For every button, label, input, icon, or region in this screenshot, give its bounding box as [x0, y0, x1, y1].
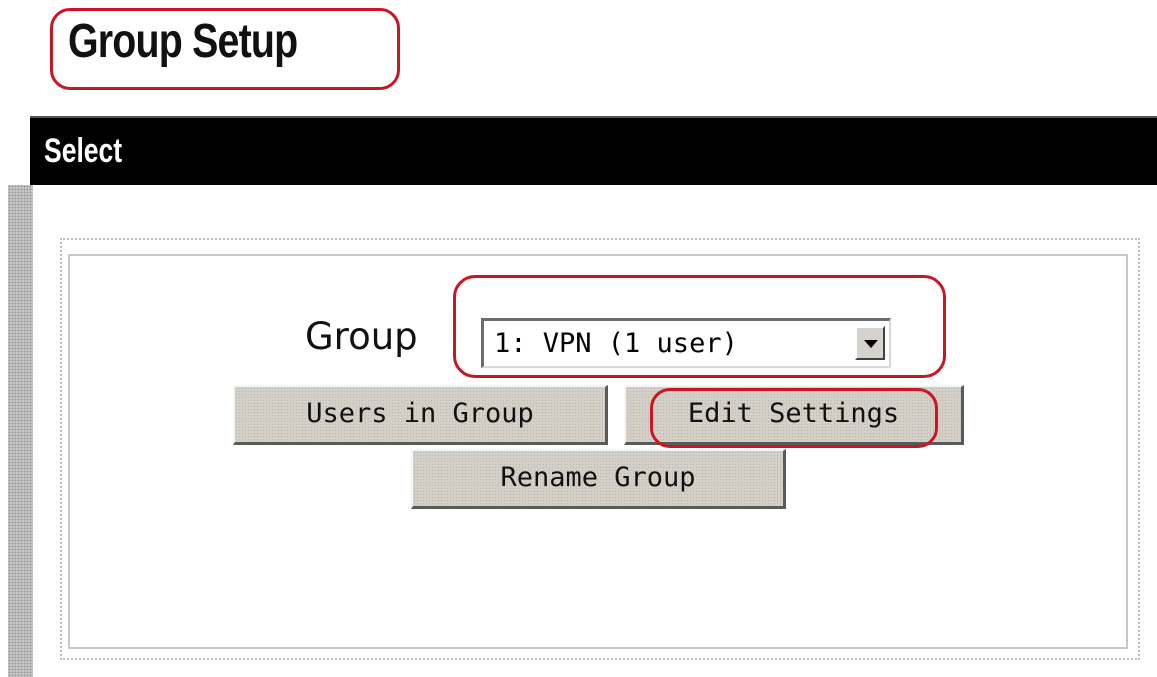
group-select[interactable]: 1: VPN (1 user) — [481, 318, 891, 368]
chevron-down-icon[interactable] — [855, 326, 885, 360]
users-in-group-button[interactable]: Users in Group — [233, 385, 608, 445]
edit-settings-button[interactable]: Edit Settings — [624, 385, 964, 445]
rename-group-button[interactable]: Rename Group — [411, 449, 786, 509]
left-frame-strip — [8, 185, 33, 677]
group-label: Group — [305, 315, 418, 358]
section-header: Select — [30, 116, 1157, 185]
section-header-label: Select — [44, 132, 123, 170]
page-title: Group Setup — [68, 15, 298, 68]
group-select-value: 1: VPN (1 user) — [494, 328, 738, 359]
